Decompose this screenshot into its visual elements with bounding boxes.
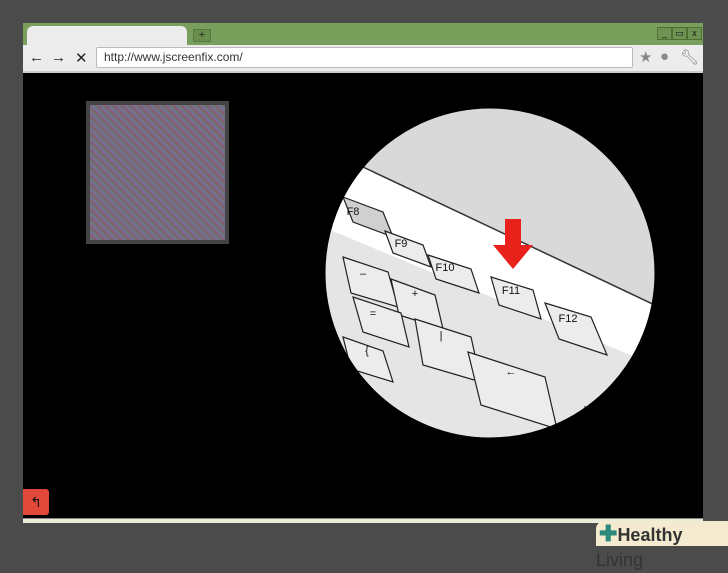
svg-text:+: + bbox=[412, 288, 418, 300]
back-button[interactable]: ↰ bbox=[23, 489, 49, 515]
svg-text:F12: F12 bbox=[559, 313, 578, 325]
close-window-button[interactable]: x bbox=[687, 27, 702, 40]
browser-window: + _ ▭ x ← → ✕ http://www.jscreenfix.com/… bbox=[23, 23, 703, 523]
title-bar: + _ ▭ x bbox=[23, 23, 703, 46]
svg-text:F8: F8 bbox=[347, 206, 360, 218]
svg-text:|: | bbox=[440, 330, 443, 342]
minimize-button[interactable]: _ bbox=[657, 27, 672, 40]
browser-tab[interactable] bbox=[27, 26, 187, 46]
back-arrow-icon[interactable]: ← bbox=[29, 49, 44, 66]
circle-icon[interactable]: ● bbox=[660, 48, 669, 65]
brand-name-bold: Healthy bbox=[617, 525, 683, 545]
new-tab-button[interactable]: + bbox=[193, 29, 211, 42]
svg-text:{: { bbox=[365, 345, 369, 357]
stop-icon[interactable]: ✕ bbox=[75, 49, 88, 67]
star-icon[interactable]: ★ bbox=[639, 48, 652, 66]
screen-fix-noise-square[interactable] bbox=[86, 101, 229, 244]
forward-arrow-icon[interactable]: → bbox=[51, 49, 66, 66]
svg-text:←: ← bbox=[506, 366, 517, 378]
address-bar[interactable]: http://www.jscreenfix.com/ bbox=[96, 47, 633, 68]
brand-name-light: Living bbox=[596, 550, 644, 570]
svg-text:F9: F9 bbox=[395, 238, 408, 250]
svg-text:In: In bbox=[600, 420, 609, 432]
plus-cross-icon: ✚ bbox=[599, 521, 618, 546]
toolbar: ← → ✕ http://www.jscreenfix.com/ ★ ● 🔧︎ bbox=[23, 45, 703, 73]
healthy-living-logo: ✚Healthy Living bbox=[596, 521, 728, 570]
back-arrow-icon: ↰ bbox=[30, 494, 42, 510]
svg-text:F11: F11 bbox=[502, 285, 520, 297]
key-insert: In bbox=[584, 406, 634, 438]
svg-text:F10: F10 bbox=[436, 262, 455, 274]
keyboard-magnifier: F8 F9 F10 F11 F12 – + = | { ← In bbox=[324, 107, 656, 439]
restore-button[interactable]: ▭ bbox=[672, 27, 687, 40]
svg-text:–: – bbox=[360, 268, 367, 280]
svg-text:=: = bbox=[370, 308, 376, 320]
wrench-icon[interactable]: 🔧︎ bbox=[680, 48, 699, 66]
